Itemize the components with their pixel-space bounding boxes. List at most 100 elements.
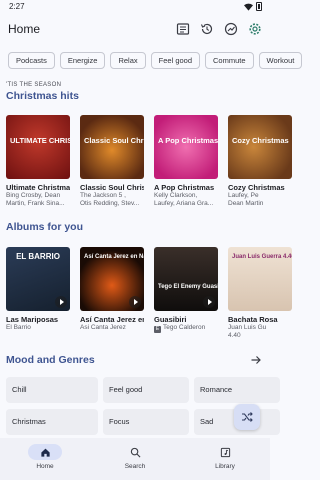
mood-chips: Podcasts Energize Relax Feel good Commut… [8,52,303,69]
card-subtitle: Juan Luis Gu [228,324,267,331]
artwork-text: Juan Luis Guerra 4.40 [232,254,292,260]
card-subtitle: Otis Redding, Stev... [80,200,140,207]
nav-item-home[interactable]: Home [15,444,75,480]
library-music-icon [220,447,230,457]
nav-label: Library [215,463,235,470]
gear-icon [249,23,261,35]
play-icon[interactable] [129,296,141,308]
album-card[interactable]: EL BARRIO Las Mariposas El Barrio [6,247,70,340]
history-icon [200,23,213,35]
nav-indicator [208,444,242,460]
top-actions [174,20,264,38]
playlist-card[interactable]: Cozy Christmas Cozy Christmas Laufey, Pe… [228,115,292,208]
mood-tile-romance[interactable]: Romance [194,377,280,403]
play-icon[interactable] [55,296,67,308]
explicit-icon: E [154,326,161,333]
artwork-text: Así Canta Jerez en Navidad [84,254,144,260]
shuffle-fab[interactable] [234,404,260,430]
arrow-right-icon[interactable] [250,354,262,366]
page-title: Home [8,22,41,36]
mood-tile-feel-good[interactable]: Feel good [103,377,189,403]
album-artwork: EL BARRIO [6,247,70,311]
settings-button[interactable] [246,20,264,38]
search-icon [130,447,140,457]
artwork-text: A Pop Christmas [158,136,218,145]
playlist-card[interactable]: Classic Soul Christmas Classic Soul Chri… [80,115,144,208]
card-subtitle: Dean Martin [228,200,264,207]
shuffle-icon [242,412,253,422]
history-button[interactable] [198,20,216,38]
play-icon[interactable] [203,296,215,308]
artwork-text: ULTIMATE CHRISTMAS HITS [10,136,70,145]
mood-tile-focus[interactable]: Focus [103,409,189,435]
nav-item-library[interactable]: Library [195,444,255,480]
card-subtitle: Laufey, Pe [228,192,259,199]
artwork-text: Cozy Christmas [232,136,289,145]
home-icon [40,448,50,457]
playlist-artwork: Classic Soul Christmas [80,115,144,179]
album-card[interactable]: Juan Luis Guerra 4.40 Bachata Rosa Juan … [228,247,292,340]
mood-tile-chill[interactable]: Chill [6,377,98,403]
card-subtitle: Kelly Clarkson, [154,192,198,199]
status-bar: 2:27 [0,0,270,14]
chip-commute[interactable]: Commute [205,52,254,69]
section-title-albums-for-you[interactable]: Albums for you [6,221,83,233]
nav-label: Home [36,463,54,470]
nav-label: Search [124,463,146,470]
card-title: Guasibiri [154,315,187,324]
playlist-artwork: ULTIMATE CHRISTMAS HITS [6,115,70,179]
card-title: Classic Soul Christmas [80,183,144,192]
section-title-mood-genres[interactable]: Mood and Genres [6,354,95,366]
albums-row: EL BARRIO Las Mariposas El Barrio Así Ca… [6,247,292,340]
status-time: 2:27 [9,2,25,11]
album-artwork: Tego El Enemy Guasibiri [154,247,218,311]
card-title: A Pop Christmas [154,183,215,192]
playlist-card[interactable]: ULTIMATE CHRISTMAS HITS Ultimate Christm… [6,115,70,208]
chip-feel-good[interactable]: Feel good [150,52,201,69]
card-subtitle: Asi Canta Jerez [80,324,126,331]
card-title: Así Canta Jerez en Navidad, Vol. [80,315,144,324]
nav-indicator [28,444,62,460]
card-subtitle: El Barrio [6,324,31,331]
chip-workout[interactable]: Workout [258,52,303,69]
card-title: Las Mariposas [6,315,59,324]
library-add-button[interactable] [174,20,192,38]
card-title: Cozy Christmas [228,183,285,192]
section-eyebrow: 'TIS THE SEASON [6,82,62,88]
speedometer-icon [224,22,238,36]
chip-podcasts[interactable]: Podcasts [8,52,55,69]
card-subtitle: Laufey, Ariana Gra... [154,200,214,207]
chip-energize[interactable]: Energize [59,52,106,69]
album-artwork: Juan Luis Guerra 4.40 [228,247,292,311]
card-artist: Tego Calderon [163,324,206,331]
artwork-text: Classic Soul Christmas [84,136,144,145]
chip-relax[interactable]: Relax [110,52,146,69]
card-subtitle: Bing Crosby, Dean [6,192,61,199]
nav-item-search[interactable]: Search [105,444,165,480]
stats-button[interactable] [222,20,240,38]
bottom-navigation: Home Search Library [0,438,270,480]
card-subtitle: E Tego Calderon [154,324,218,333]
playlist-card[interactable]: A Pop Christmas A Pop Christmas Kelly Cl… [154,115,218,208]
status-icons [244,2,262,11]
card-title: Bachata Rosa [228,315,278,324]
artwork-text: Tego El Enemy Guasibiri [158,284,218,290]
nav-indicator [118,444,152,460]
card-title: Ultimate Christmas Hits [6,183,70,192]
top-app-bar: Home [0,14,270,44]
card-subtitle: The Jackson 5 , [80,192,126,199]
artwork-text: EL BARRIO [16,252,60,261]
battery-icon [256,2,262,11]
album-artwork: Así Canta Jerez en Navidad [80,247,144,311]
playlist-artwork: A Pop Christmas [154,115,218,179]
christmas-hits-row: ULTIMATE CHRISTMAS HITS Ultimate Christm… [6,115,292,208]
mood-tile-christmas[interactable]: Christmas [6,409,98,435]
wifi-icon [244,3,253,11]
section-title-christmas-hits[interactable]: Christmas hits [6,90,79,102]
album-card[interactable]: Así Canta Jerez en Navidad Así Canta Jer… [80,247,144,340]
playlist-artwork: Cozy Christmas [228,115,292,179]
card-subtitle: 4.40 [228,332,241,339]
card-subtitle: Martin, Frank Sina... [6,200,65,207]
album-card[interactable]: Tego El Enemy Guasibiri Guasibiri ETego … [154,247,218,340]
library-icon [176,23,190,35]
